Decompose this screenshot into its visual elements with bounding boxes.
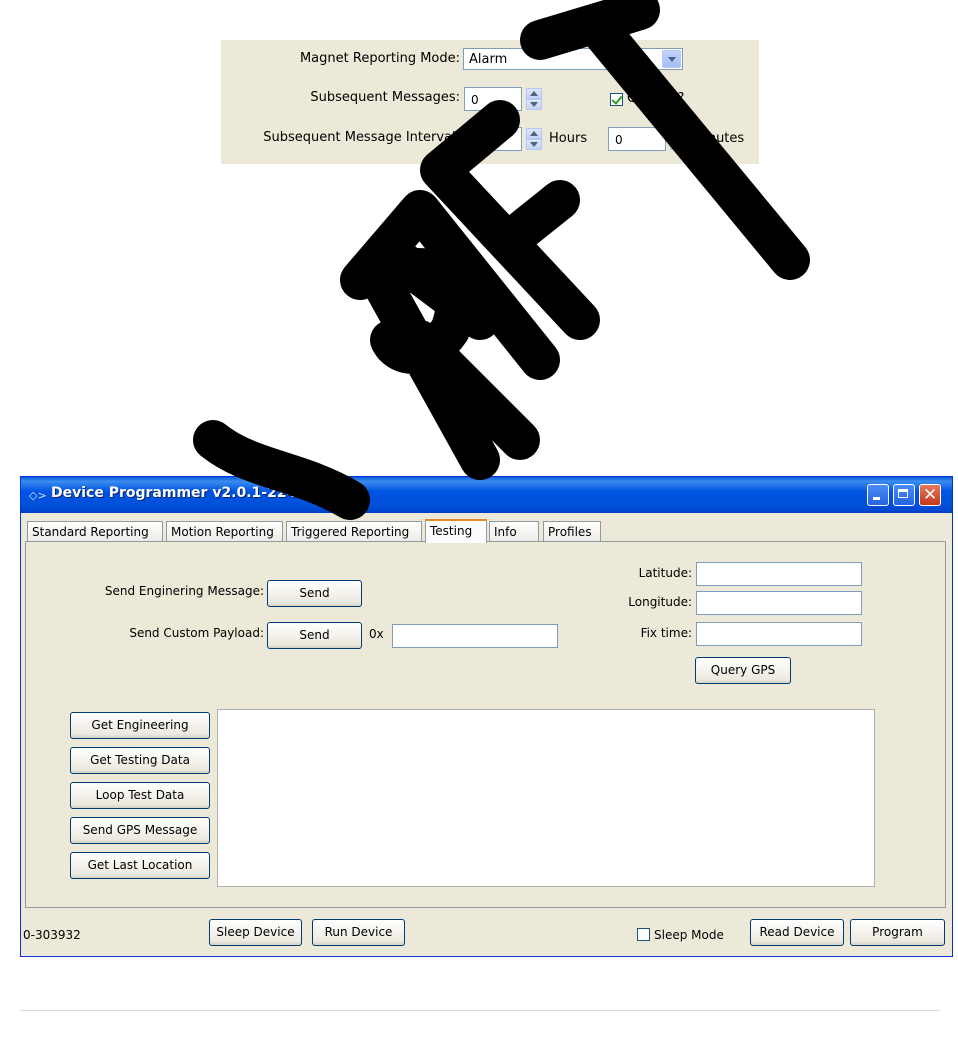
loop-test-data-button[interactable]: Loop Test Data — [70, 782, 210, 809]
program-button[interactable]: Program — [850, 919, 945, 946]
double-chevron-icon: ◇> — [29, 489, 47, 502]
magnet-mode-select[interactable]: Alarm — [463, 48, 683, 70]
send-eng-label: Send Enginering Message: — [104, 584, 264, 598]
send-eng-button[interactable]: Send — [267, 580, 362, 607]
longitude-label: Longitude: — [628, 595, 692, 609]
send-gps-message-button[interactable]: Send GPS Message — [70, 817, 210, 844]
gps-fix-label: GPS FIX? — [627, 91, 685, 106]
magnet-mode-value: Alarm — [469, 52, 508, 67]
sleep-mode-checkbox[interactable] — [637, 928, 650, 941]
interval-hours-field[interactable]: 0 — [464, 127, 522, 151]
sleep-mode-label: Sleep Mode — [654, 928, 724, 942]
run-device-button[interactable]: Run Device — [312, 919, 405, 946]
longitude-input[interactable] — [696, 591, 862, 615]
tab-motion-reporting[interactable]: Motion Reporting — [166, 521, 283, 542]
close-button[interactable]: ✕ — [919, 484, 941, 506]
spinner-buttons[interactable] — [526, 88, 542, 110]
magnet-settings-panel: Magnet Reporting Mode: Alarm Subsequent … — [221, 40, 759, 164]
spin-up-icon[interactable] — [526, 88, 542, 99]
interval-label: Subsequent Message Interval: — [263, 130, 460, 145]
device-programmer-window: ◇> Device Programmer v2.0.1-224-2.1 ✕ St… — [20, 476, 953, 957]
custom-payload-input[interactable] — [392, 624, 558, 648]
get-last-location-button[interactable]: Get Last Location — [70, 852, 210, 879]
subsequent-messages-value: 0 — [471, 93, 479, 107]
title-bar[interactable]: ◇> Device Programmer v2.0.1-224-2.1 ✕ — [21, 477, 952, 513]
hours-label: Hours — [549, 131, 588, 146]
hex-prefix-label: 0x — [369, 627, 384, 641]
letter-r-stroke — [360, 248, 540, 480]
send-custom-button[interactable]: Send — [267, 622, 362, 649]
get-testing-data-button[interactable]: Get Testing Data — [70, 747, 210, 774]
query-gps-button[interactable]: Query GPS — [695, 657, 791, 684]
spin-down-icon[interactable] — [526, 139, 542, 150]
send-custom-label: Send Custom Payload: — [129, 626, 264, 640]
interval-minutes-field[interactable]: 0 — [608, 127, 666, 151]
interval-minutes-spinner[interactable]: 0 — [608, 127, 692, 151]
latitude-input[interactable] — [696, 562, 862, 586]
window-title: Device Programmer v2.0.1-224-2.1 — [51, 485, 327, 501]
output-text-area[interactable] — [217, 709, 875, 887]
spin-up-icon[interactable] — [670, 128, 686, 139]
maximize-button[interactable] — [893, 484, 915, 506]
gps-fix-checkbox[interactable] — [610, 93, 623, 106]
tab-triggered-reporting[interactable]: Triggered Reporting — [286, 521, 422, 542]
letter-a-stroke — [340, 190, 560, 380]
status-bar: 0-303932 Sleep Device Run Device Sleep M… — [21, 913, 952, 956]
interval-minutes-value: 0 — [615, 133, 623, 147]
sleep-device-button[interactable]: Sleep Device — [209, 919, 302, 946]
get-engineering-button[interactable]: Get Engineering — [70, 712, 210, 739]
page-divider — [20, 1010, 940, 1011]
spin-down-icon[interactable] — [670, 139, 686, 150]
subsequent-messages-field[interactable]: 0 — [464, 87, 522, 111]
spinner-buttons[interactable] — [670, 128, 686, 150]
chevron-down-icon[interactable] — [662, 50, 681, 68]
subsequent-messages-spinner[interactable]: 0 — [464, 87, 548, 111]
minutes-label: Minutes — [693, 131, 745, 146]
minimize-button[interactable] — [867, 484, 889, 506]
spin-up-icon[interactable] — [526, 128, 542, 139]
fix-time-input[interactable] — [696, 622, 862, 646]
fix-time-label: Fix time: — [640, 626, 692, 640]
close-icon: ✕ — [923, 485, 938, 505]
latitude-label: Latitude: — [638, 566, 692, 580]
device-id-label: 0-303932 — [23, 928, 81, 942]
interval-hours-value: 0 — [471, 133, 479, 147]
tab-info[interactable]: Info — [489, 521, 539, 542]
tab-profiles[interactable]: Profiles — [543, 521, 601, 542]
interval-hours-spinner[interactable]: 0 — [464, 127, 548, 151]
tab-testing[interactable]: Testing — [425, 519, 487, 543]
spin-down-icon[interactable] — [526, 99, 542, 110]
tab-standard-reporting[interactable]: Standard Reporting — [27, 521, 163, 542]
subsequent-messages-label: Subsequent Messages: — [310, 90, 460, 105]
spinner-buttons[interactable] — [526, 128, 542, 150]
read-device-button[interactable]: Read Device — [750, 919, 844, 946]
magnet-mode-label: Magnet Reporting Mode: — [299, 51, 460, 66]
